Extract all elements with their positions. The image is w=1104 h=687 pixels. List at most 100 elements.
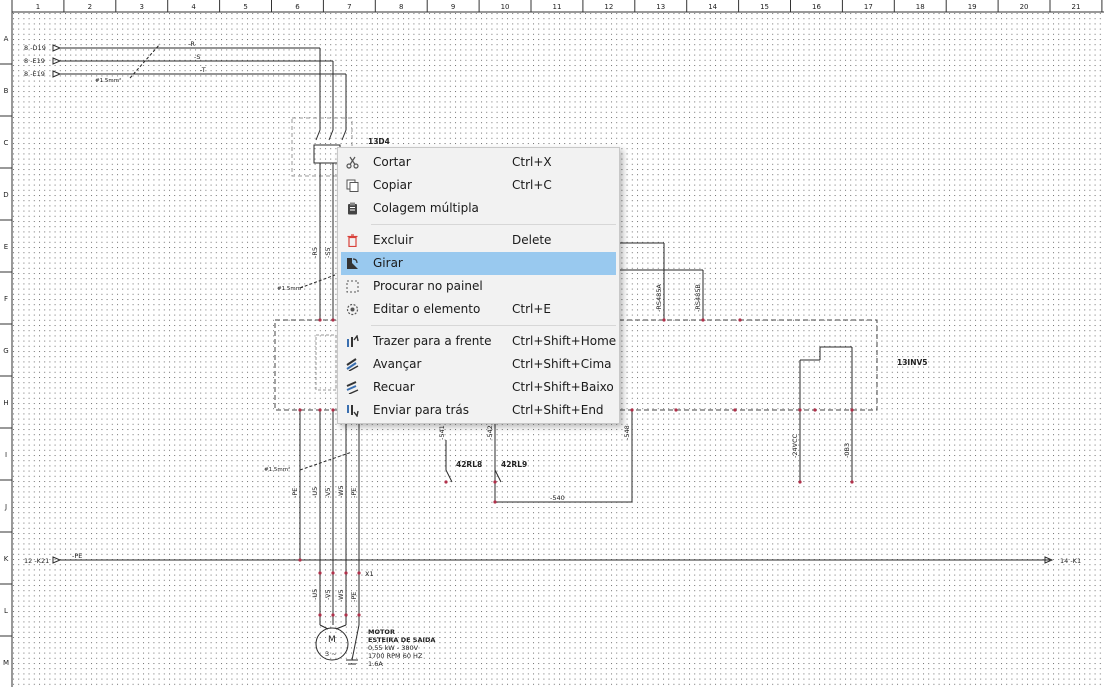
rotate-icon — [347, 258, 358, 269]
column-number: 20 — [1020, 3, 1029, 11]
menu-item-procurar-no-painel[interactable]: Procurar no painel — [341, 275, 616, 298]
trash-icon — [347, 234, 358, 247]
menu-item-label: Colagem múltipla — [373, 201, 479, 215]
menu-item-recuar[interactable]: Recuar Ctrl+Shift+Baixo — [341, 376, 616, 399]
column-number: 19 — [968, 3, 977, 11]
phase-label: -S — [194, 53, 200, 61]
menu-item-shortcut: Ctrl+Shift+Cima — [512, 357, 612, 371]
menu-item-shortcut: Ctrl+E — [512, 302, 551, 316]
edit-element-icon — [346, 303, 359, 316]
inverter-tag: 13INV5 — [897, 358, 928, 367]
wire-section-label: #1.5mm² — [95, 77, 121, 84]
wire-label: -W5 — [337, 589, 345, 602]
wire-label: -PE — [350, 592, 358, 602]
copy-icon — [346, 179, 359, 192]
row-letter: F — [4, 295, 8, 303]
column-number: 18 — [916, 3, 925, 11]
menu-item-label: Cortar — [373, 155, 411, 169]
motor-desc: ESTEIRA DE SAIDA — [368, 636, 435, 644]
row-letter: H — [3, 399, 8, 407]
menu-item-label: Procurar no painel — [373, 279, 483, 293]
source-label: 8 -D19 — [24, 44, 46, 52]
column-number: 15 — [760, 3, 769, 11]
wire-label: -V5 — [324, 487, 332, 498]
row-letter: E — [4, 243, 8, 251]
column-number: 17 — [864, 3, 873, 11]
paste-multiple-icon — [348, 202, 357, 215]
column-number: 11 — [552, 3, 561, 11]
wire-label: -S5 — [324, 247, 332, 258]
column-number: 10 — [501, 3, 510, 11]
menu-item-shortcut: Ctrl+Shift+Home — [512, 334, 617, 348]
column-number: 3 — [140, 3, 144, 11]
menu-item-enviar-para-tras[interactable]: Enviar para trás Ctrl+Shift+End — [341, 399, 616, 422]
motor-spec: 1700 RPM 60 HZ — [368, 652, 423, 660]
wire-section-label: #1.5mm² — [264, 466, 290, 473]
menu-item-label: Editar o elemento — [373, 302, 481, 316]
column-number: 2 — [88, 3, 92, 11]
row-letter: D — [3, 191, 8, 199]
context-menu: Cortar Ctrl+X Copiar Ctrl+C Colagem múlt… — [337, 147, 620, 424]
column-number: 14 — [708, 3, 717, 11]
menu-item-avancar[interactable]: Avançar Ctrl+Shift+Cima — [341, 353, 616, 376]
scissors-icon — [346, 156, 359, 169]
menu-item-trazer-para-a-frente[interactable]: Trazer para a frente Ctrl+Shift+Home — [341, 330, 616, 353]
column-number: 16 — [812, 3, 821, 11]
row-letter: G — [3, 347, 8, 355]
menu-item-label: Avançar — [373, 357, 422, 371]
bus-pe-label: -PE — [72, 552, 82, 560]
menu-item-editar-o-elemento[interactable]: Editar o elemento Ctrl+E — [341, 298, 616, 321]
column-number: 6 — [295, 3, 300, 11]
menu-separator — [371, 224, 616, 225]
send-back-icon — [347, 405, 359, 417]
menu-item-girar[interactable]: Girar — [341, 252, 616, 275]
wire-label: -U5 — [311, 589, 319, 600]
row-letter: A — [4, 35, 9, 43]
motor-title: MOTOR — [368, 628, 395, 636]
motor-spec: 0,55 kW - 380V — [368, 644, 419, 652]
menu-item-shortcut: Ctrl+C — [512, 178, 552, 192]
menu-separator — [371, 325, 616, 326]
row-letter: C — [4, 139, 9, 147]
column-number: 7 — [347, 3, 351, 11]
row-letter: I — [5, 451, 7, 459]
bring-front-icon — [347, 335, 359, 347]
phase-label: -T — [200, 66, 206, 74]
relay-wire-label: -540 — [550, 494, 565, 502]
signal-label: -24VCC — [791, 433, 799, 458]
menu-item-label: Enviar para trás — [373, 403, 470, 417]
row-letter: K — [4, 555, 9, 563]
menu-item-label: Excluir — [373, 233, 414, 247]
menu-item-shortcut: Ctrl+Shift+Baixo — [512, 380, 614, 394]
column-number: 9 — [451, 3, 455, 11]
source-label: 8 -E19 — [24, 57, 45, 65]
menu-item-label: Copiar — [373, 178, 412, 192]
wire-label: -541 — [438, 425, 446, 440]
menu-item-copiar[interactable]: Copiar Ctrl+C — [341, 174, 616, 197]
motor-phase: 3 ~ — [325, 650, 337, 658]
column-number: 4 — [191, 3, 196, 11]
menu-item-label: Recuar — [373, 380, 415, 394]
menu-item-colagem-multipla[interactable]: Colagem múltipla — [341, 197, 616, 220]
row-letter: M — [3, 659, 9, 667]
wire-label: -548 — [623, 425, 631, 440]
menu-item-shortcut: Ctrl+Shift+End — [512, 403, 604, 417]
signal-label: -0B3 — [843, 443, 851, 458]
menu-item-label: Girar — [373, 256, 403, 270]
source-label: 8 -E19 — [24, 70, 45, 78]
dashed-square-icon — [346, 280, 359, 293]
motor-spec: 1.6A — [368, 660, 383, 668]
wire-label: -R5 — [311, 247, 319, 258]
wire-label: -V5 — [324, 589, 332, 600]
column-number: 1 — [36, 3, 40, 11]
phase-label: -R — [188, 40, 195, 48]
menu-item-label: Trazer para a frente — [373, 334, 492, 348]
row-ruler: A B C D E F G H I J K L M — [0, 0, 13, 687]
terminal-tag: X1 — [365, 570, 374, 578]
bus-right-target: 14 -K1 — [1060, 557, 1081, 565]
menu-item-excluir[interactable]: Excluir Delete — [341, 229, 616, 252]
row-letter: B — [4, 87, 9, 95]
wire-label: -W5 — [337, 485, 345, 498]
relay-tag: 42RL9 — [501, 460, 527, 469]
menu-item-cortar[interactable]: Cortar Ctrl+X — [341, 151, 616, 174]
